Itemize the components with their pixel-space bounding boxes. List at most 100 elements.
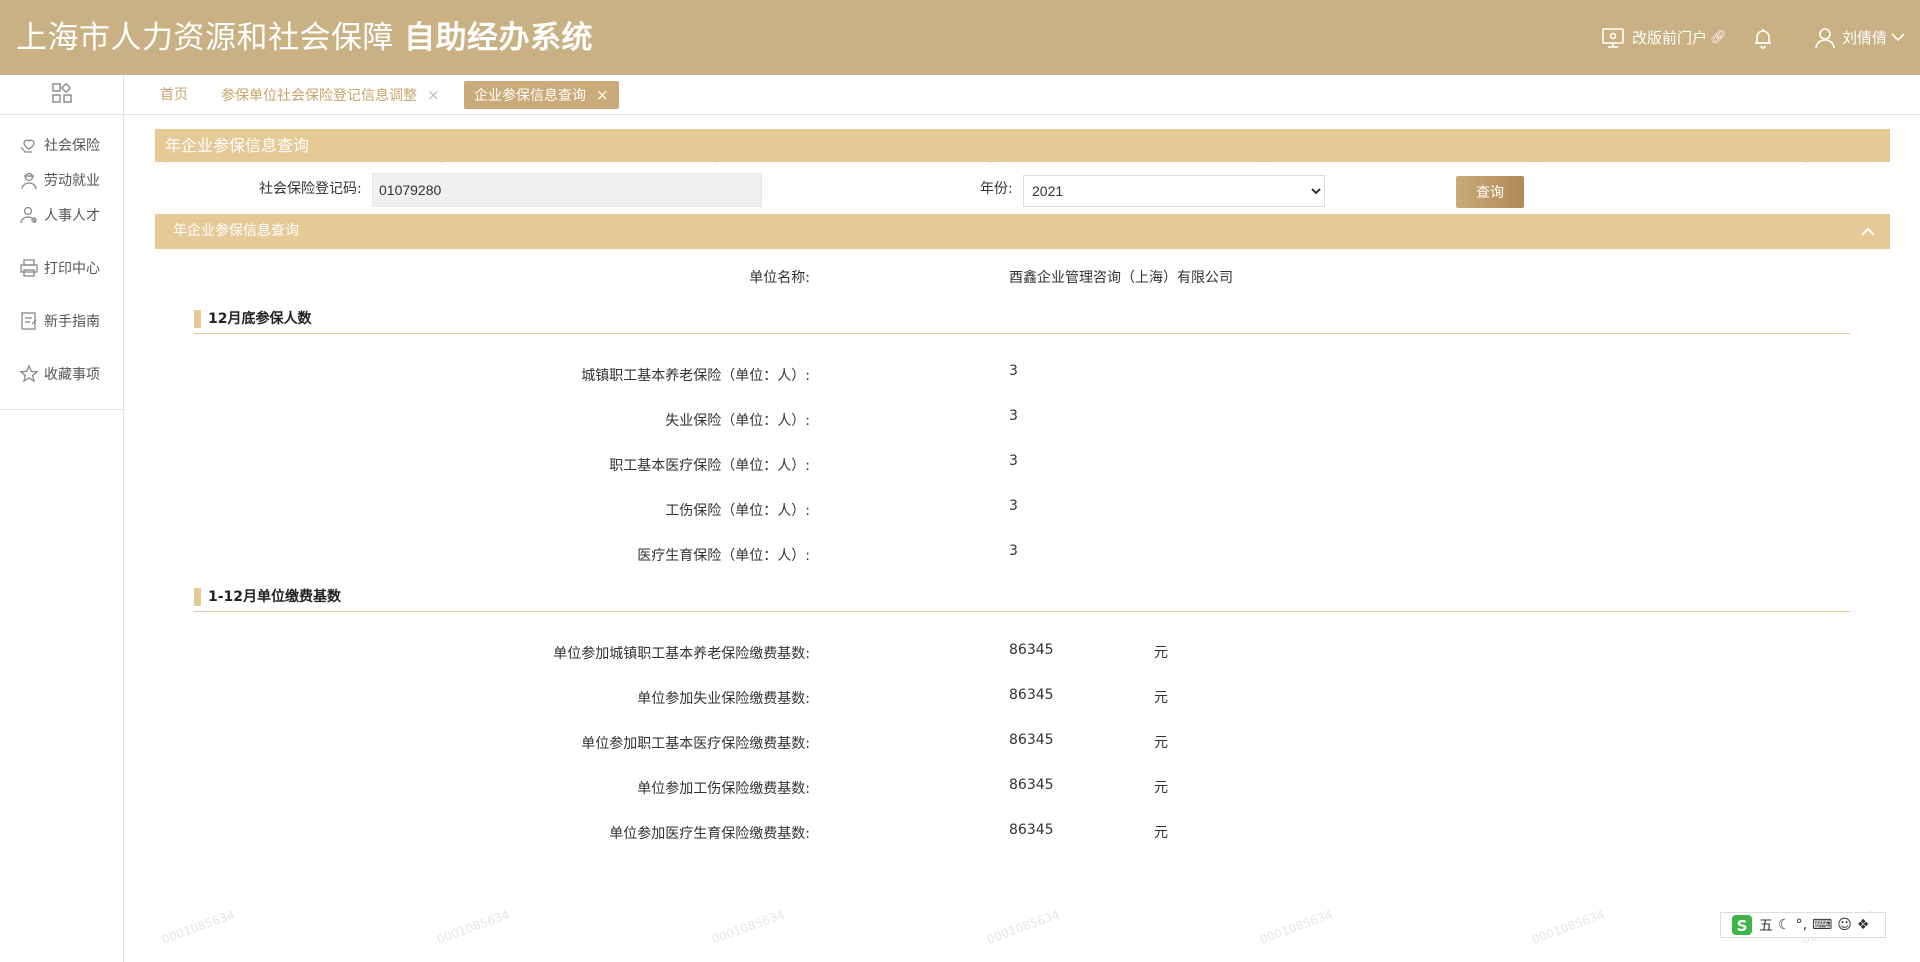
app-title: 上海市人力资源和社会保障 自助经办系统 <box>16 18 593 58</box>
base-value-pension: 86345 <box>1009 642 1054 658</box>
hands-heart-icon <box>18 134 40 156</box>
sidebar-item-print-center[interactable]: 打印中心 <box>0 250 123 285</box>
tab-registration-adjust[interactable]: 参保单位社会保险登记信息调整 × <box>221 81 440 109</box>
base-value-maternity: 86345 <box>1009 822 1054 838</box>
base-label-medical: 单位参加职工基本医疗保险缴费基数: <box>581 736 810 752</box>
watermark-text: 0001085634 <box>984 907 1062 947</box>
headcount-label-pension: 城镇职工基本养老保险（单位：人）: <box>581 368 810 384</box>
keyboard-icon[interactable]: ⌨ <box>1812 917 1832 933</box>
tab-label: 参保单位社会保险登记信息调整 <box>221 88 417 104</box>
watermark-text: 0001085634 <box>709 907 787 947</box>
year-select[interactable]: 2021 <box>1023 175 1325 207</box>
section-content: 单位名称: 酉鑫企业管理咨询（上海）有限公司 12月底参保人数 城镇职工基本养老… <box>155 249 1890 860</box>
sidebar-item-beginner-guide[interactable]: 新手指南 <box>0 303 123 338</box>
tab-label: 企业参保信息查询 <box>474 88 586 104</box>
chevron-down-icon <box>1890 29 1906 47</box>
moon-icon[interactable]: ☾ <box>1778 917 1791 933</box>
watermark-text: 0001085634 <box>434 907 512 947</box>
star-icon <box>18 363 40 385</box>
query-form: 社会保险登记码: 01079280 年份: 2021 查询 <box>155 172 1890 208</box>
headcount-label-maternity: 医疗生育保险（单位：人）: <box>637 548 810 564</box>
headcount-label-medical: 职工基本医疗保险（单位：人）: <box>609 458 810 474</box>
old-portal-link[interactable]: 改版前门户 🔗︎ <box>1594 0 1727 75</box>
svg-text:S: S <box>1737 917 1748 935</box>
sidebar-item-label: 打印中心 <box>44 260 100 277</box>
user-icon[interactable]: ☺ <box>1837 917 1852 933</box>
heading-marker <box>194 310 201 328</box>
sidebar-item-label: 社会保险 <box>44 137 100 154</box>
sidebar-item-label: 劳动就业 <box>44 172 100 189</box>
printer-icon <box>18 257 40 279</box>
grid-icon[interactable]: ❖ <box>1857 917 1870 933</box>
reg-code-field[interactable]: 01079280 <box>372 173 762 207</box>
close-icon[interactable]: × <box>427 86 440 104</box>
unit-name-label: 单位名称: <box>749 270 810 286</box>
ime-toolbar[interactable]: S 五 ☾ °, ⌨ ☺ ❖ <box>1720 912 1886 938</box>
tab-enterprise-query[interactable]: 企业参保信息查询 × <box>464 81 619 109</box>
notification-button[interactable] <box>1750 0 1776 75</box>
sidebar-item-employment[interactable]: 劳动就业 <box>0 162 123 197</box>
base-value-injury: 86345 <box>1009 777 1054 793</box>
sidebar-item-label: 新手指南 <box>44 313 100 330</box>
headcount-heading: 12月底参保人数 <box>194 304 1850 334</box>
base-unit-injury: 元 <box>1154 780 1168 796</box>
headcount-value-injury: 3 <box>1009 498 1018 514</box>
ime-mode[interactable]: 五 <box>1759 915 1773 935</box>
watermark-text: 0001085634 <box>1257 907 1335 947</box>
user-menu[interactable]: 刘倩倩 <box>1808 0 1906 75</box>
section-header: 年企业参保信息查询 <box>155 214 1890 249</box>
tab-bar: 首页 参保单位社会保险登记信息调整 × 企业参保信息查询 × <box>124 75 1920 115</box>
headcount-label-unemployment: 失业保险（单位：人）: <box>665 413 810 429</box>
app-title-system: 自助经办系统 <box>404 20 593 56</box>
headcount-value-medical: 3 <box>1009 453 1018 469</box>
sidebar-nav: 社会保险 劳动就业 人事人才 打印中心 新手指南 收藏事项 <box>0 115 123 410</box>
base-label-maternity: 单位参加医疗生育保险缴费基数: <box>609 826 810 842</box>
old-portal-label: 改版前门户 <box>1632 29 1708 47</box>
sogou-logo-icon: S <box>1730 914 1754 936</box>
year-label: 年份: <box>980 181 1013 197</box>
base-title: 1-12月单位缴费基数 <box>208 589 342 605</box>
sidebar-item-personnel[interactable]: 人事人才 <box>0 197 123 232</box>
heading-marker <box>194 588 201 606</box>
app-title-main: 上海市人力资源和社会保障 <box>16 20 394 56</box>
sidebar-item-favorites[interactable]: 收藏事项 <box>0 356 123 391</box>
headcount-value-pension: 3 <box>1009 363 1018 379</box>
base-label-pension: 单位参加城镇职工基本养老保险缴费基数: <box>553 646 810 662</box>
menu-grid-toggle[interactable] <box>0 75 123 115</box>
ime-punctuation[interactable]: °, <box>1796 917 1807 933</box>
link-icon: 🔗︎ <box>1710 30 1727 45</box>
base-heading: 1-12月单位缴费基数 <box>194 582 1850 612</box>
base-unit-unemployment: 元 <box>1154 690 1168 706</box>
chevron-up-icon[interactable] <box>1860 214 1876 249</box>
bell-icon <box>1750 25 1776 51</box>
person-icon <box>18 204 40 226</box>
base-unit-pension: 元 <box>1154 645 1168 661</box>
sidebar-item-label: 收藏事项 <box>44 366 100 383</box>
guide-icon <box>18 310 40 332</box>
base-unit-medical: 元 <box>1154 735 1168 751</box>
base-value-medical: 86345 <box>1009 732 1054 748</box>
sidebar: 社会保险 劳动就业 人事人才 打印中心 新手指南 收藏事项 <box>0 75 124 962</box>
tab-home[interactable]: 首页 <box>160 81 188 109</box>
close-icon[interactable]: × <box>596 86 609 104</box>
page-title: 年企业参保信息查询 <box>155 129 1890 162</box>
sidebar-item-label: 人事人才 <box>44 207 100 224</box>
headcount-value-unemployment: 3 <box>1009 408 1018 424</box>
base-label-unemployment: 单位参加失业保险缴费基数: <box>637 691 810 707</box>
user-icon <box>1812 25 1838 51</box>
headcount-value-maternity: 3 <box>1009 543 1018 559</box>
watermark-text: 0001085634 <box>1529 907 1607 947</box>
user-name: 刘倩倩 <box>1842 29 1888 47</box>
headcount-title: 12月底参保人数 <box>208 311 312 327</box>
sidebar-item-social-insurance[interactable]: 社会保险 <box>0 127 123 162</box>
watermark-text: 0001085634 <box>159 907 237 947</box>
query-button[interactable]: 查询 <box>1456 176 1524 208</box>
base-label-injury: 单位参加工伤保险缴费基数: <box>637 781 810 797</box>
worker-icon <box>18 169 40 191</box>
app-header: 上海市人力资源和社会保障 自助经办系统 改版前门户 🔗︎ 刘倩倩 <box>0 0 1920 75</box>
unit-name-value: 酉鑫企业管理咨询（上海）有限公司 <box>1009 270 1233 286</box>
section-title: 年企业参保信息查询 <box>173 223 299 239</box>
headcount-label-injury: 工伤保险（单位：人）: <box>665 503 810 519</box>
tab-label: 首页 <box>160 87 188 103</box>
reg-code-label: 社会保险登记码: <box>259 181 362 197</box>
